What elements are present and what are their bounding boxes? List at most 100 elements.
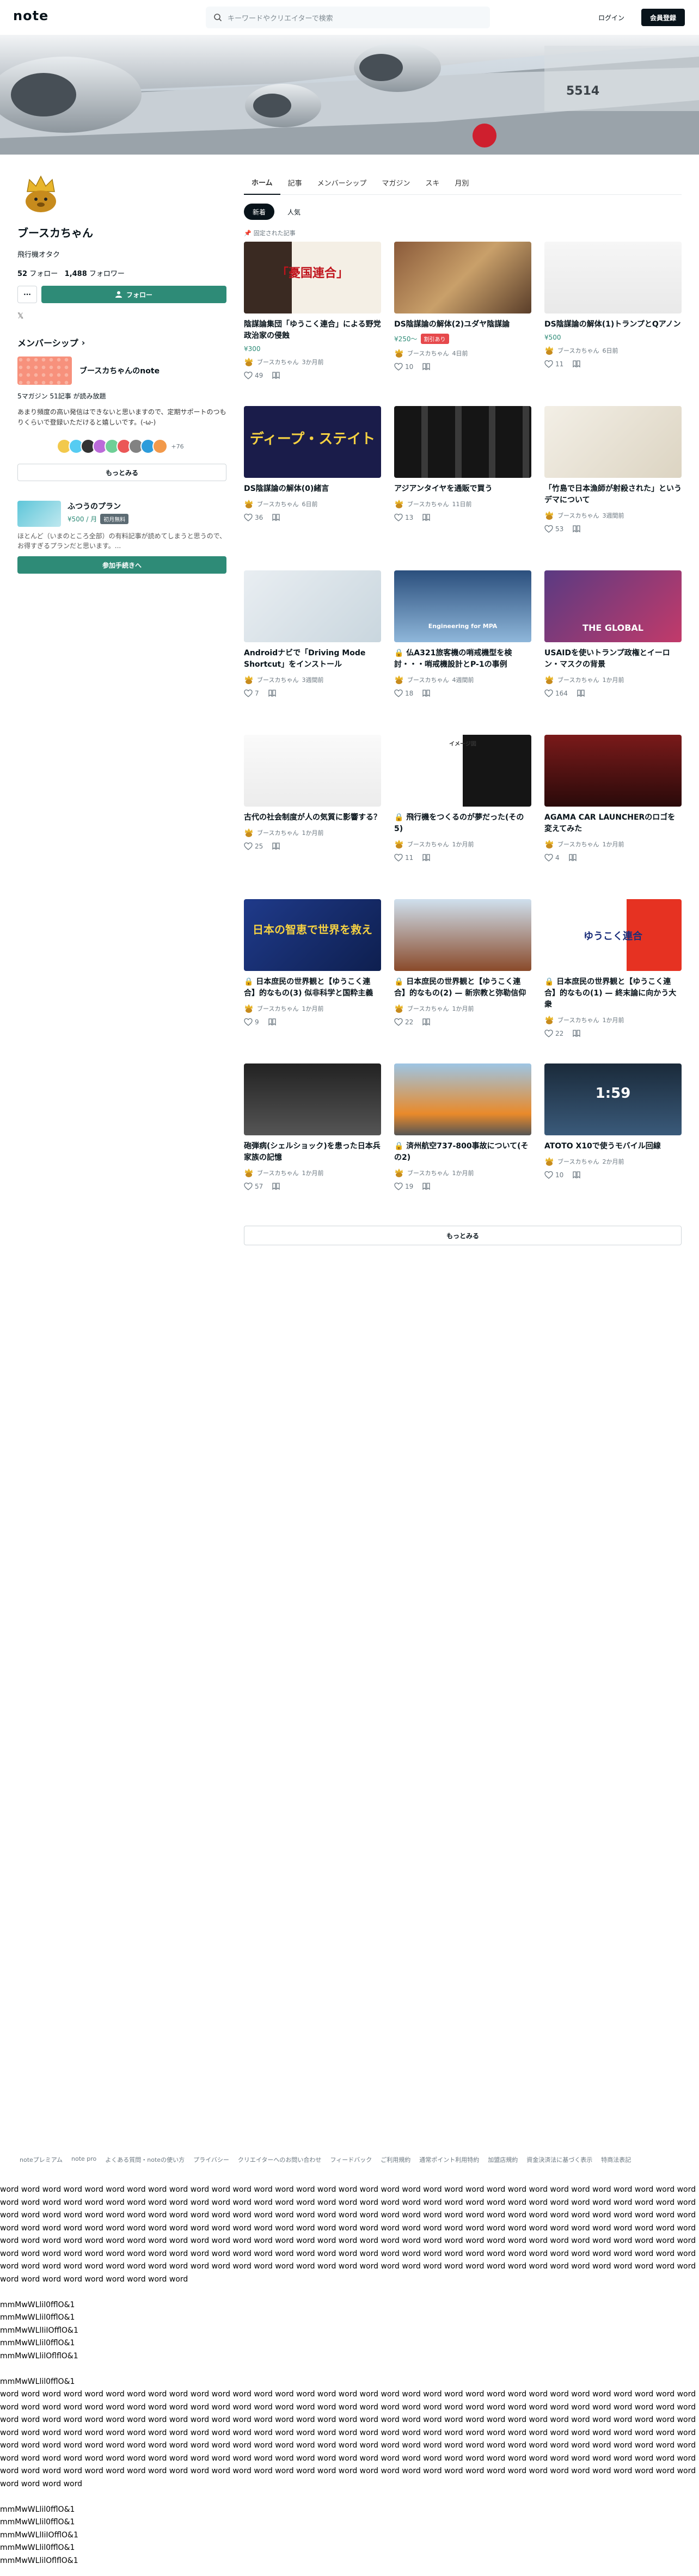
article-thumbnail[interactable] [244, 1063, 381, 1135]
like-button[interactable]: 9 [244, 1018, 259, 1026]
article-thumbnail[interactable]: ディープ・ステイト [244, 406, 381, 478]
author-avatar-icon[interactable] [544, 675, 554, 685]
article-thumbnail[interactable] [244, 570, 381, 642]
article-thumbnail[interactable]: ゆうこく連合 [544, 899, 682, 971]
article-title[interactable]: 「竹島で日本漁師が射殺された」というデマについて [544, 483, 682, 506]
author-avatar-icon[interactable] [244, 499, 254, 509]
article-thumbnail[interactable]: THE GLOBAL [544, 570, 682, 642]
x-link-icon[interactable]: 𝕏 [17, 312, 226, 321]
footer-link[interactable]: よくある質問・noteの使い方 [105, 2155, 185, 2164]
article-card[interactable]: Engineering for MPA 🔒 仏A321旅客機の哨戒機型を検討・・… [394, 570, 531, 720]
author-avatar-icon[interactable] [544, 346, 554, 355]
author-name[interactable]: ブースカちゃん [257, 500, 298, 508]
article-title[interactable]: DS陰謀論の解体(1)トランプとQアノン [544, 319, 682, 330]
author-name[interactable]: ブースカちゃん [257, 1004, 298, 1013]
save-to-magazine-button[interactable] [268, 1018, 277, 1026]
avatar[interactable] [17, 170, 64, 217]
signup-button[interactable]: 会員登録 [641, 9, 685, 26]
like-button[interactable]: 49 [244, 371, 263, 380]
article-card[interactable]: AGAMA CAR LAUNCHERのロゴを変えてみた ブースカちゃん 1か月前… [544, 735, 682, 884]
article-card[interactable]: アジアンタイヤを通販で買う ブースカちゃん 11日前 13 [394, 406, 531, 555]
article-title[interactable]: 🔒 日本庶民の世界観と【ゆうこく連合】的なもの(2) — 新宗教と弥勒信仰 [394, 976, 531, 999]
article-title[interactable]: 砲弾病(シェルショック)を患った日本兵 家族の記憶 [244, 1141, 381, 1164]
save-to-magazine-button[interactable] [272, 371, 280, 380]
author-avatar-icon[interactable] [394, 839, 404, 849]
article-title[interactable]: USAIDを使いトランプ政権とイーロン・マスクの背景 [544, 648, 682, 671]
author-avatar-icon[interactable] [244, 828, 254, 838]
footer-link[interactable]: プライバシー [193, 2155, 229, 2164]
note-logo[interactable]: note [13, 8, 48, 23]
article-card[interactable]: イメージ図 🔒 飛行機をつくるのが夢だった(その5) ブースカちゃん 1か月前 … [394, 735, 531, 884]
footer-link[interactable]: noteプレミアム [20, 2155, 63, 2164]
author-name[interactable]: ブースカちゃん [407, 349, 449, 358]
author-name[interactable]: ブースカちゃん [557, 1157, 599, 1166]
like-button[interactable]: 22 [394, 1018, 413, 1026]
article-card[interactable]: 「憂国連合」 陰謀論集団「ゆうこく連合」による野党政治家の侵蝕 ¥300 ブース… [244, 242, 381, 391]
article-card[interactable]: 砲弾病(シェルショック)を患った日本兵 家族の記憶 ブースカちゃん 1か月前 5… [244, 1063, 381, 1213]
like-button[interactable]: 7 [244, 689, 259, 698]
author-name[interactable]: ブースカちゃん [407, 675, 449, 684]
article-thumbnail[interactable] [394, 899, 531, 971]
author-avatar-icon[interactable] [394, 348, 404, 358]
article-thumbnail[interactable] [544, 242, 682, 313]
article-title[interactable]: 🔒 飛行機をつくるのが夢だった(その5) [394, 812, 531, 835]
article-card[interactable]: 🔒 日本庶民の世界観と【ゆうこく連合】的なもの(2) — 新宗教と弥勒信仰 ブー… [394, 899, 531, 1048]
article-thumbnail[interactable] [394, 406, 531, 478]
follow-button[interactable]: フォロー [41, 286, 226, 303]
save-to-magazine-button[interactable] [568, 853, 577, 862]
article-card[interactable]: ディープ・ステイト DS陰謀論の解体(0)緒言 ブースカちゃん 6日前 36 [244, 406, 381, 555]
author-name[interactable]: ブースカちゃん [557, 840, 599, 849]
tab-magazines[interactable]: マガジン [374, 170, 418, 195]
author-avatar-icon[interactable] [394, 499, 404, 509]
tab-articles[interactable]: 記事 [280, 170, 310, 195]
article-title[interactable]: ATOTO X10で使うモバイル回線 [544, 1141, 682, 1152]
author-name[interactable]: ブースカちゃん [407, 1169, 449, 1177]
like-button[interactable]: 18 [394, 689, 413, 698]
like-button[interactable]: 11 [544, 360, 563, 368]
article-thumbnail[interactable]: イメージ図 [394, 735, 531, 807]
author-name[interactable]: ブースカちゃん [407, 500, 449, 508]
article-thumbnail[interactable] [394, 242, 531, 313]
author-avatar-icon[interactable] [244, 1168, 254, 1178]
tab-likes[interactable]: スキ [418, 170, 447, 195]
article-card[interactable]: 「竹島で日本漁師が射殺された」というデマについて ブースカちゃん 3週間前 53 [544, 406, 682, 555]
footer-link[interactable]: note pro [71, 2155, 96, 2164]
author-name[interactable]: ブースカちゃん [257, 828, 298, 837]
like-button[interactable]: 13 [394, 513, 413, 522]
chip-newest[interactable]: 新着 [244, 204, 275, 220]
like-button[interactable]: 36 [244, 513, 263, 522]
author-name[interactable]: ブースカちゃん [407, 840, 449, 849]
author-name[interactable]: ブースカちゃん [557, 675, 599, 684]
save-to-magazine-button[interactable] [268, 689, 277, 698]
followers-link[interactable]: 1,488 フォロワー [65, 270, 125, 278]
like-button[interactable]: 22 [544, 1029, 563, 1038]
article-title[interactable]: 陰謀論集団「ゆうこく連合」による野党政治家の侵蝕 [244, 319, 381, 342]
article-title[interactable]: 🔒 仏A321旅客機の哨戒機型を検討・・・哨戒機設計とP-1の事例 [394, 648, 531, 671]
login-button[interactable]: ログイン [592, 9, 630, 26]
article-thumbnail[interactable]: 「憂国連合」 [244, 242, 381, 313]
article-card[interactable]: DS陰謀論の解体(2)ユダヤ陰謀論 ¥250〜 割引あり ブースカちゃん 4日前 … [394, 242, 531, 391]
article-title[interactable]: DS陰謀論の解体(0)緒言 [244, 483, 381, 495]
author-avatar-icon[interactable] [394, 1004, 404, 1013]
see-more-articles-button[interactable]: もっとみる [244, 1226, 682, 1245]
author-name[interactable]: ブースカちゃん [257, 1169, 298, 1177]
save-to-magazine-button[interactable] [572, 1029, 581, 1038]
author-name[interactable]: ブースカちゃん [557, 511, 599, 520]
search-input[interactable]: キーワードやクリエイターで検索 [206, 7, 490, 28]
article-card[interactable]: ゆうこく連合 🔒 日本庶民の世界観と【ゆうこく連合】的なもの(1) — 終末論に… [544, 899, 682, 1048]
chip-popular[interactable]: 人気 [279, 204, 309, 220]
article-card[interactable]: Androidナビで「Driving Mode Shortcut」をインストール… [244, 570, 381, 720]
author-avatar-icon[interactable] [394, 1168, 404, 1178]
author-avatar-icon[interactable] [544, 1157, 554, 1166]
article-thumbnail[interactable]: Engineering for MPA [394, 570, 531, 642]
article-title[interactable]: 🔒 済州航空737-800事故について(その2) [394, 1141, 531, 1164]
save-to-magazine-button[interactable] [422, 1182, 431, 1191]
save-to-magazine-button[interactable] [572, 525, 581, 533]
article-card[interactable]: 🔒 済州航空737-800事故について(その2) ブースカちゃん 1か月前 19 [394, 1063, 531, 1213]
footer-link[interactable]: 加盟店規約 [488, 2155, 518, 2164]
tab-membership[interactable]: メンバーシップ [310, 170, 375, 195]
save-to-magazine-button[interactable] [422, 1018, 431, 1026]
author-avatar-icon[interactable] [244, 1004, 254, 1013]
article-thumbnail[interactable] [394, 1063, 531, 1135]
author-avatar-icon[interactable] [394, 675, 404, 685]
